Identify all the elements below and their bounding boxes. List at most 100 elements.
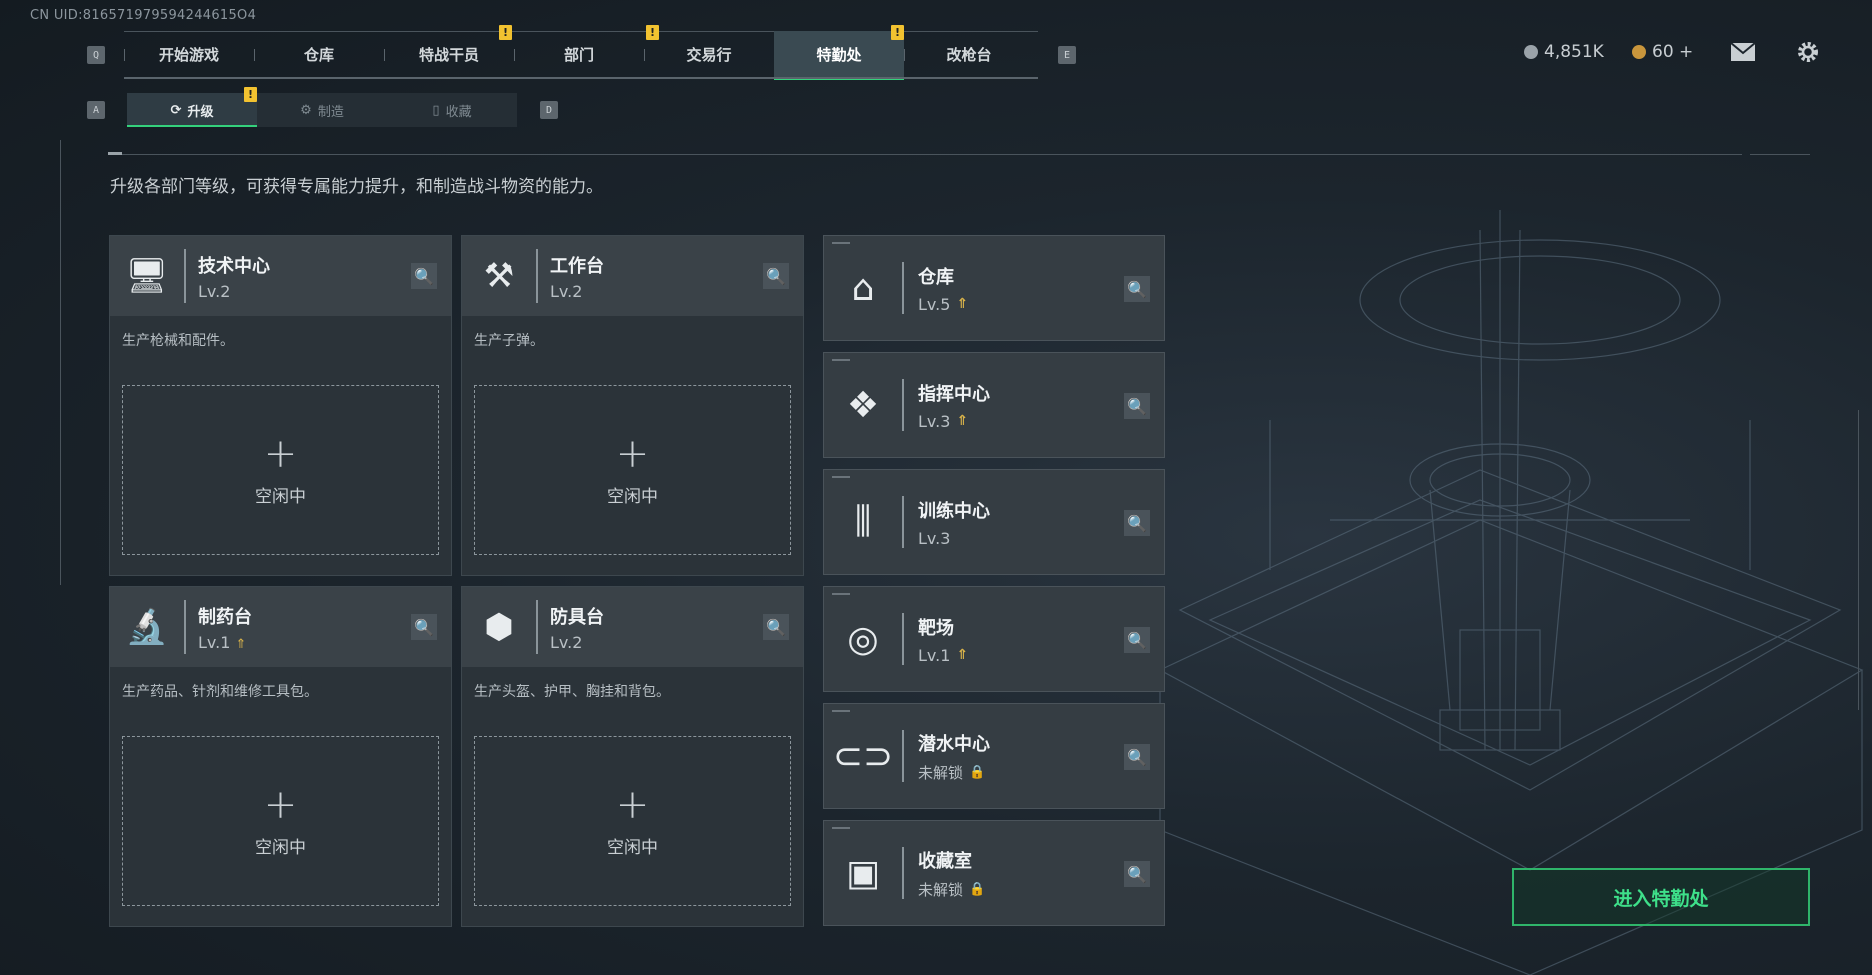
department-level: 未解锁 🔒 bbox=[918, 879, 985, 900]
card-description: 生产药品、针剂和维修工具包。 bbox=[122, 684, 318, 700]
card-description: 生产子弹。 bbox=[474, 333, 544, 349]
department-level-text: 未解锁 bbox=[918, 763, 964, 782]
card-header: ⚒ 工作台 Lv.2 🔍 bbox=[462, 236, 803, 316]
coin-display[interactable]: 60 + bbox=[1632, 42, 1693, 62]
tab-special-ops[interactable]: 特勤处 ! bbox=[774, 25, 904, 80]
subtab-label: 制造 bbox=[317, 104, 344, 120]
production-slot[interactable]: + 空闲中 bbox=[474, 736, 791, 906]
card-title-block: 技术中心 Lv.2 bbox=[198, 252, 270, 301]
sub-nav: ⟳ 升级 ! ⚙ 制造 ▯ 收藏 bbox=[127, 87, 517, 127]
enter-special-ops-button[interactable]: 进入特勤处 bbox=[1512, 868, 1810, 926]
tab-label: 仓库 bbox=[303, 46, 334, 64]
command-icon: ❖ bbox=[846, 384, 880, 426]
card-title-block: 工作台 Lv.2 bbox=[550, 252, 604, 301]
key-hint-sub-right: D bbox=[540, 101, 558, 119]
card-header: 🔬 制药台 Lv.1 ⇑ 🔍 bbox=[110, 587, 451, 667]
production-slot[interactable]: + 空闲中 bbox=[474, 385, 791, 555]
header-divider bbox=[902, 496, 904, 548]
department-level-text: Lv.3 bbox=[918, 411, 951, 431]
header-divider bbox=[184, 249, 186, 303]
slot-status: 空闲中 bbox=[607, 486, 658, 507]
trophy-case-icon: ▣ bbox=[845, 852, 880, 894]
tab-label: 部门 bbox=[563, 46, 594, 64]
card-title-block: 指挥中心 Lv.3 ⇑ bbox=[918, 380, 990, 431]
tab-gunsmith[interactable]: 改枪台 bbox=[904, 31, 1034, 78]
tab-operators[interactable]: 特战干员 ! bbox=[384, 25, 514, 78]
search-icon[interactable]: 🔍 bbox=[1124, 861, 1150, 887]
department-card-collection-room[interactable]: ▣ 收藏室 未解锁 🔒 🔍 bbox=[823, 820, 1165, 926]
frame-line-left bbox=[60, 140, 61, 585]
card-tag-mark bbox=[832, 593, 850, 595]
card-level: Lv.2 bbox=[550, 281, 583, 301]
department-level: 未解锁 🔒 bbox=[918, 762, 990, 783]
workbench-card-tech-center[interactable]: 🖥 技术中心 Lv.2 🔍 生产枪械和配件。 + 空闲中 bbox=[109, 235, 452, 576]
search-icon[interactable]: 🔍 bbox=[1124, 510, 1150, 536]
tab-label: 特战干员 bbox=[418, 46, 479, 64]
department-level: Lv.1 ⇑ bbox=[918, 646, 968, 665]
card-description: 生产头盔、护甲、胸挂和背包。 bbox=[474, 684, 670, 700]
plus-icon: + bbox=[615, 430, 650, 477]
subtab-craft[interactable]: ⚙ 制造 bbox=[257, 93, 387, 127]
tab-department[interactable]: 部门 bbox=[514, 31, 644, 78]
search-icon[interactable]: 🔍 bbox=[763, 614, 789, 640]
cubes-icon: ⬢ bbox=[484, 607, 514, 647]
mail-icon[interactable] bbox=[1730, 42, 1756, 62]
coin-value: 60 + bbox=[1652, 42, 1694, 62]
upgrade-arrow-icon: ⇑ bbox=[956, 296, 969, 312]
subtab-label: 收藏 bbox=[445, 104, 472, 120]
card-title-block: 靶场 Lv.1 ⇑ bbox=[918, 614, 968, 665]
gear-icon[interactable] bbox=[1796, 40, 1820, 64]
card-title-block: 制药台 Lv.1 ⇑ bbox=[198, 603, 252, 652]
microscope-icon: 🔬 bbox=[125, 607, 169, 647]
search-icon[interactable]: 🔍 bbox=[411, 263, 437, 289]
production-slot[interactable]: + 空闲中 bbox=[122, 385, 439, 555]
money-display[interactable]: 4,851K bbox=[1524, 42, 1604, 62]
search-icon[interactable]: 🔍 bbox=[411, 614, 437, 640]
notification-badge: ! bbox=[244, 87, 257, 102]
workbench-card-workshop[interactable]: ⚒ 工作台 Lv.2 🔍 生产子弹。 + 空闲中 bbox=[461, 235, 804, 576]
card-title-block: 潜水中心 未解锁 🔒 bbox=[918, 730, 990, 783]
card-title-block: 训练中心 Lv.3 bbox=[918, 497, 990, 548]
department-level: Lv.3 bbox=[918, 529, 990, 548]
search-icon[interactable]: 🔍 bbox=[763, 263, 789, 289]
department-card-warehouse[interactable]: ⌂ 仓库 Lv.5 ⇑ 🔍 bbox=[823, 235, 1165, 341]
card-tag-mark bbox=[832, 710, 850, 712]
frame-line-right bbox=[1858, 410, 1859, 710]
card-name: 防具台 bbox=[550, 606, 604, 628]
department-card-training-center[interactable]: ⫼ 训练中心 Lv.3 🔍 bbox=[823, 469, 1165, 575]
tab-warehouse[interactable]: 仓库 bbox=[254, 31, 384, 78]
tab-start-game[interactable]: 开始游戏 bbox=[124, 31, 254, 78]
workbench-card-pharmacy[interactable]: 🔬 制药台 Lv.1 ⇑ 🔍 生产药品、针剂和维修工具包。 + 空闲中 bbox=[109, 586, 452, 927]
key-hint-right: E bbox=[1058, 46, 1076, 64]
header-divider bbox=[902, 262, 904, 314]
card-description: 生产枪械和配件。 bbox=[122, 333, 234, 349]
workbench-card-armor[interactable]: ⬢ 防具台 Lv.2 🔍 生产头盔、护甲、胸挂和背包。 + 空闲中 bbox=[461, 586, 804, 927]
card-level: Lv.1 ⇑ bbox=[198, 633, 252, 652]
money-value: 4,851K bbox=[1544, 42, 1604, 62]
frame-line-right-top bbox=[1750, 154, 1810, 155]
search-icon[interactable]: 🔍 bbox=[1124, 393, 1150, 419]
subtab-upgrade[interactable]: ⟳ 升级 ! bbox=[127, 87, 257, 127]
money-icon bbox=[1524, 45, 1538, 59]
tab-label: 开始游戏 bbox=[158, 46, 219, 64]
production-slot[interactable]: + 空闲中 bbox=[122, 736, 439, 906]
tab-trading[interactable]: 交易行 ! bbox=[644, 25, 774, 78]
department-card-command-center[interactable]: ❖ 指挥中心 Lv.3 ⇑ 🔍 bbox=[823, 352, 1165, 458]
search-icon[interactable]: 🔍 bbox=[1124, 276, 1150, 302]
subtab-collection[interactable]: ▯ 收藏 bbox=[387, 93, 517, 127]
header-divider bbox=[902, 847, 904, 899]
subtab-label: 升级 bbox=[187, 104, 214, 120]
notification-badge: ! bbox=[646, 25, 659, 40]
department-name: 仓库 bbox=[918, 266, 954, 288]
department-card-shooting-range[interactable]: ◎ 靶场 Lv.1 ⇑ 🔍 bbox=[823, 586, 1165, 692]
target-icon: ◎ bbox=[847, 618, 879, 660]
key-hint-sub-left: A bbox=[87, 101, 105, 119]
card-header: 🖥 技术中心 Lv.2 🔍 bbox=[110, 236, 451, 316]
department-name: 靶场 bbox=[918, 617, 954, 639]
card-title-block: 仓库 Lv.5 ⇑ bbox=[918, 263, 968, 314]
tab-label: 特勤处 bbox=[816, 46, 862, 64]
header-divider bbox=[184, 600, 186, 654]
search-icon[interactable]: 🔍 bbox=[1124, 744, 1150, 770]
department-card-diving-center[interactable]: ⊂⊃ 潜水中心 未解锁 🔒 🔍 bbox=[823, 703, 1165, 809]
search-icon[interactable]: 🔍 bbox=[1124, 627, 1150, 653]
